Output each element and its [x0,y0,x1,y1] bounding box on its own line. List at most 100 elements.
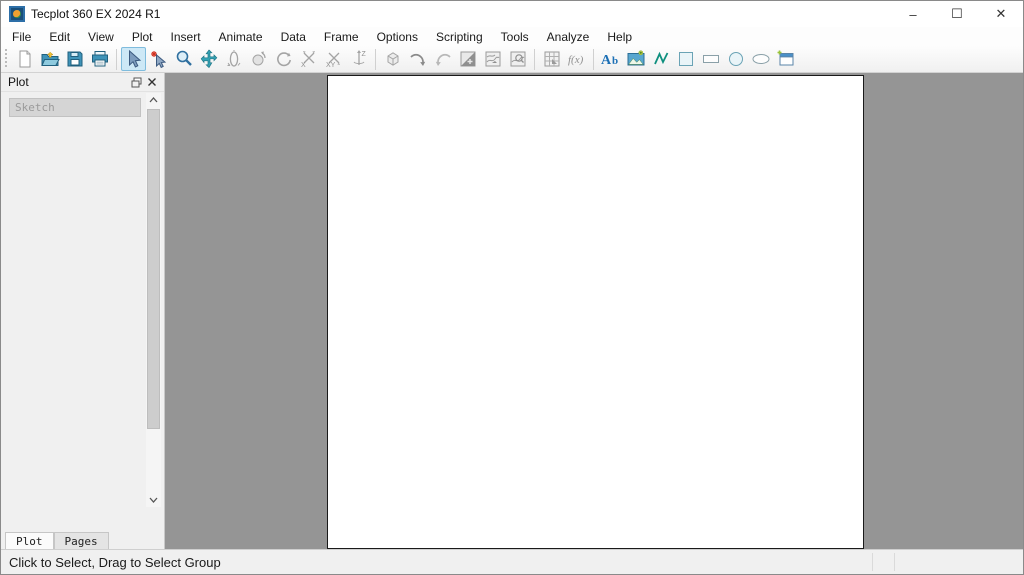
redo-arrow-icon [433,49,453,69]
tab-pages[interactable]: Pages [53,532,109,549]
minimize-button[interactable]: – [891,1,935,27]
menubar: File Edit View Plot Insert Animate Data … [1,27,1023,46]
rotate-y-button[interactable]: XY [321,47,346,71]
adjustor-tool-button[interactable] [146,47,171,71]
selector-tool-button[interactable] [121,47,146,71]
insert-square-button[interactable] [673,47,698,71]
plot-frame[interactable] [327,75,864,549]
plot-type-select[interactable]: Sketch [9,98,141,117]
menu-tools[interactable]: Tools [492,28,538,46]
zoom-tool-button[interactable] [171,47,196,71]
insert-frame-button[interactable] [773,47,798,71]
svg-text:A: A [601,53,612,68]
open-layout-button[interactable] [37,47,62,71]
insert-image-button[interactable] [623,47,648,71]
toolbar-separator [116,48,117,70]
scrollbar-thumb[interactable] [147,109,160,429]
menu-view[interactable]: View [79,28,123,46]
scroll-down-icon[interactable] [146,493,161,507]
toolbar-separator [375,48,376,70]
close-button[interactable]: ✕ [979,1,1023,27]
menu-data[interactable]: Data [272,28,315,46]
svg-text:b: b [612,55,618,67]
magnifier-icon [174,49,194,69]
toolbar-separator [534,48,535,70]
rotate-z-button[interactable]: Z [346,47,371,71]
probe-button[interactable] [505,47,530,71]
menu-help[interactable]: Help [598,28,641,46]
adjustor-cursor-icon [149,49,169,69]
extract-points-icon [483,49,503,69]
rectangle-icon [701,49,721,69]
window-title: Tecplot 360 EX 2024 R1 [31,7,161,21]
data-spreadsheet-button[interactable] [539,47,564,71]
undo-button[interactable] [405,47,430,71]
menu-scripting[interactable]: Scripting [427,28,492,46]
rotate-spherical-icon [224,49,244,69]
window-controls: – ☐ ✕ [891,1,1023,27]
specify-equations-button[interactable]: f(x) [564,47,589,71]
menu-analyze[interactable]: Analyze [538,28,599,46]
tab-plot[interactable]: Plot [5,532,54,549]
statusbar: Click to Select, Drag to Select Group [1,549,1023,574]
menu-insert[interactable]: Insert [162,28,210,46]
insert-ellipse-button[interactable] [748,47,773,71]
svg-text:Z: Z [361,51,366,58]
menu-plot[interactable]: Plot [123,28,162,46]
probe-icon [508,49,528,69]
redo-button[interactable] [430,47,455,71]
rotate-rollerball-button[interactable] [246,47,271,71]
main-area: Plot Sketch Plot Pages [1,73,1023,549]
create-zone-icon [458,49,478,69]
menu-options[interactable]: Options [368,28,427,46]
insert-polyline-button[interactable] [648,47,673,71]
text-icon: Ab [600,49,622,69]
function-icon: f(x) [566,49,588,69]
undo-arrow-icon [408,49,428,69]
polyline-icon [651,49,671,69]
new-frame-icon [776,49,796,69]
sidebar-tabs: Plot Pages [1,531,164,549]
rotate-y-icon: XY [324,49,344,69]
insert-circle-button[interactable] [723,47,748,71]
save-layout-button[interactable] [62,47,87,71]
menu-animate[interactable]: Animate [210,28,272,46]
new-file-icon [15,49,35,69]
workspace-canvas[interactable] [166,73,1023,549]
scroll-up-icon[interactable] [146,93,161,107]
print-button[interactable] [87,47,112,71]
fx-glyph: f(x) [568,54,584,66]
svg-text:X: X [301,62,306,69]
orthographic-view-button[interactable] [380,47,405,71]
tecplot-logo-icon [9,6,25,22]
sidebar-header: Plot [1,73,164,92]
plot-sidebar: Plot Sketch Plot Pages [1,73,165,549]
maximize-button[interactable]: ☐ [935,1,979,27]
float-panel-button[interactable] [128,74,144,90]
menu-frame[interactable]: Frame [315,28,368,46]
menu-file[interactable]: File [3,28,40,46]
toolbar-grip[interactable] [3,49,8,69]
status-message: Click to Select, Drag to Select Group [9,554,221,570]
statusbar-divider [894,553,895,571]
insert-rectangle-button[interactable] [698,47,723,71]
svg-text:XY: XY [326,62,336,69]
rotate-twist-button[interactable] [271,47,296,71]
create-zone-button[interactable] [455,47,480,71]
insert-text-button[interactable]: Ab [598,47,623,71]
close-panel-icon [148,78,156,86]
translate-tool-button[interactable] [196,47,221,71]
sidebar-scrollbar[interactable] [146,93,161,507]
app-window: Tecplot 360 EX 2024 R1 – ☐ ✕ File Edit V… [0,0,1024,575]
sidebar-title: Plot [8,75,29,89]
new-layout-button[interactable] [12,47,37,71]
open-folder-icon [40,49,60,69]
menu-edit[interactable]: Edit [40,28,79,46]
extract-points-button[interactable] [480,47,505,71]
close-panel-button[interactable] [144,74,160,90]
image-icon [626,49,646,69]
rotate-z-icon: Z [349,49,369,69]
rotate-spherical-button[interactable] [221,47,246,71]
rotate-x-button[interactable]: X [296,47,321,71]
titlebar: Tecplot 360 EX 2024 R1 – ☐ ✕ [1,1,1023,27]
